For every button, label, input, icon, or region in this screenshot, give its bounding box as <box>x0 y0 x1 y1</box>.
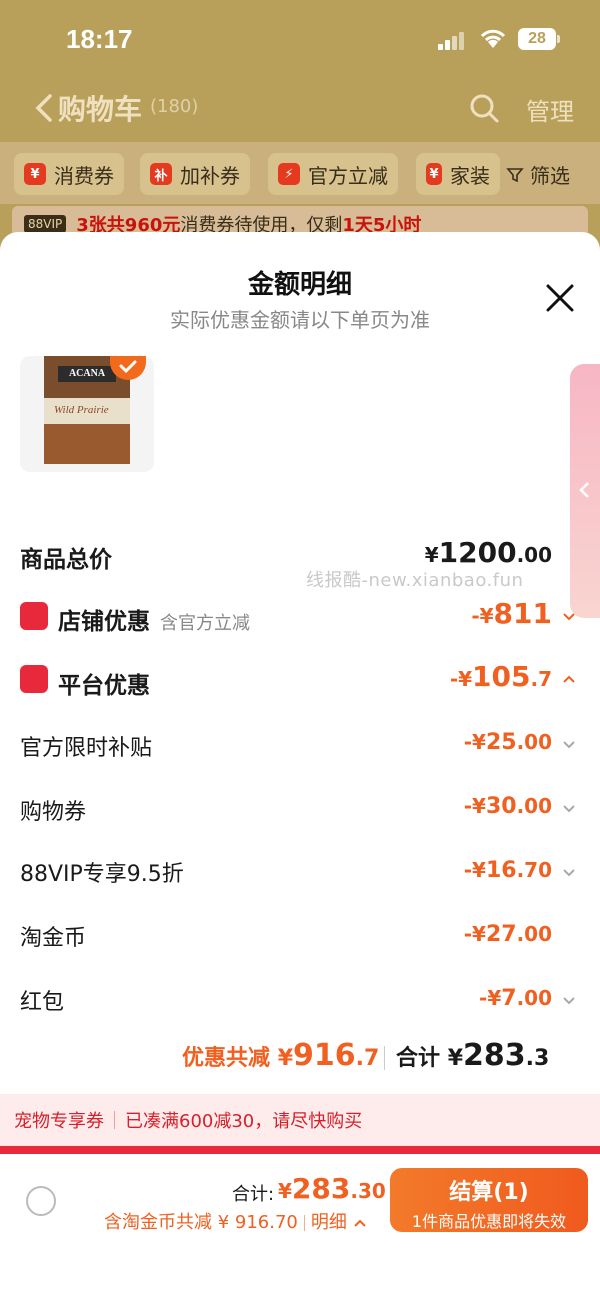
red-packet-label: 红包 <box>20 990 65 1015</box>
page-title: 购物车 <box>58 93 143 126</box>
shop-discount-label: 店铺优惠 含官方立减 <box>58 609 250 635</box>
product-script: Wild Prairie <box>54 404 109 416</box>
chevron-up-icon <box>353 1219 366 1227</box>
filter-button[interactable]: 筛选 <box>506 160 570 189</box>
chip-label: 消费券 <box>54 163 114 188</box>
filter-chip-subsidy-coupon[interactable]: 补加补券 <box>140 153 250 195</box>
search-icon[interactable] <box>468 92 500 124</box>
pet-coupon-banner[interactable]: 宠物专享券 已凑满600减30，请尽快购买 <box>0 1094 600 1146</box>
subsidy-row-label: 官方限时补贴 <box>20 736 153 761</box>
total-summary: 合计 ¥283.3 <box>396 1038 550 1073</box>
platform-icon <box>20 665 48 693</box>
chip-label: 加补券 <box>180 163 240 188</box>
filter-chip-official-discount[interactable]: ⚡ 官方立减 <box>268 153 398 195</box>
chevron-down-icon[interactable] <box>562 612 576 622</box>
platform-discount-label: 平台优惠 <box>58 673 150 699</box>
signal-icon <box>438 30 466 50</box>
checkout-button[interactable]: 结算(1) 1件商品优惠即将失效 <box>390 1168 588 1232</box>
manage-button[interactable]: 管理 <box>526 92 574 127</box>
lightning-icon: ⚡ <box>278 163 300 185</box>
checkout-sublabel: 1件商品优惠即将失效 <box>411 1212 567 1231</box>
chevron-down-icon[interactable] <box>562 868 576 878</box>
red-packet-amount: -¥7.00 <box>479 986 552 1011</box>
wifi-icon <box>480 29 506 48</box>
shopping-coupon-label: 购物券 <box>20 800 87 825</box>
discount-summary: 优惠共减 ¥916.7 <box>182 1038 380 1073</box>
subsidy-row-amount: -¥25.00 <box>463 730 552 755</box>
bottom-total-label: 合计: <box>232 1184 275 1205</box>
battery-nub <box>557 35 560 43</box>
sheet-title: 金额明细 <box>247 270 352 300</box>
close-icon[interactable] <box>544 282 576 314</box>
pet-coupon-tag: 宠物专享券 <box>14 1111 104 1132</box>
funnel-icon <box>506 167 524 182</box>
shop-discount-amount: -¥811 <box>471 597 552 630</box>
chevron-down-icon[interactable] <box>562 740 576 750</box>
shop-discount-note: 含官方立减 <box>160 613 250 634</box>
coin-note-text: 含淘金币共减 ¥ 916.70 <box>104 1212 298 1233</box>
select-all-checkbox[interactable] <box>26 1186 56 1216</box>
taojinbi-label: 淘金币 <box>20 926 87 951</box>
watermark: 线报酷-new.xianbao.fun <box>306 570 524 591</box>
subsidy-icon: 补 <box>150 163 172 185</box>
coupon-icon: ¥ <box>426 163 442 185</box>
detail-link[interactable]: 明细 <box>311 1212 347 1233</box>
filter-label: 筛选 <box>530 164 570 188</box>
coin-discount-note[interactable]: 含淘金币共减 ¥ 916.70 明细 <box>104 1208 367 1234</box>
platform-discount-amount: -¥105.7 <box>449 660 552 693</box>
red-strip <box>0 1146 600 1154</box>
product-total-label: 商品总价 <box>20 547 112 573</box>
chevron-left-icon <box>579 482 589 498</box>
brand-logo: ACANA <box>58 366 116 382</box>
back-arrow-icon[interactable] <box>32 88 56 128</box>
checkout-label: 结算(1) <box>449 1180 529 1205</box>
chevron-down-icon[interactable] <box>562 996 576 1006</box>
vip-discount-amount: -¥16.70 <box>463 858 552 883</box>
chevron-down-icon[interactable] <box>562 804 576 814</box>
summary-divider <box>384 1046 385 1070</box>
bottom-total-amount: ¥283.30 <box>278 1172 386 1205</box>
chip-label: 家装 <box>450 163 490 188</box>
shopping-coupon-amount: -¥30.00 <box>463 794 552 819</box>
status-time: 18:17 <box>66 24 133 54</box>
battery-icon: 28 <box>518 28 556 50</box>
chip-label: 官方立减 <box>308 163 388 188</box>
filter-chip-consumption-coupon[interactable]: ¥ 消费券 <box>14 153 124 195</box>
status-bar: 18:17 28 <box>0 0 600 80</box>
cart-count: (180) <box>150 96 199 117</box>
vip-discount-label: 88VIP专享9.5折 <box>20 862 184 887</box>
taojinbi-amount: -¥27.00 <box>463 922 552 947</box>
sheet-subtitle: 实际优惠金额请以下单页为准 <box>170 308 430 332</box>
chevron-up-icon[interactable] <box>562 674 576 684</box>
filter-chip-home[interactable]: ¥ 家装 <box>416 153 500 195</box>
pet-coupon-text: 已凑满600减30，请尽快购买 <box>125 1111 363 1132</box>
shop-icon <box>20 602 48 630</box>
vip-tag: 88VIP <box>24 215 67 233</box>
product-total-amount: ¥1200.00 <box>424 536 552 569</box>
coupon-icon: ¥ <box>24 163 46 185</box>
